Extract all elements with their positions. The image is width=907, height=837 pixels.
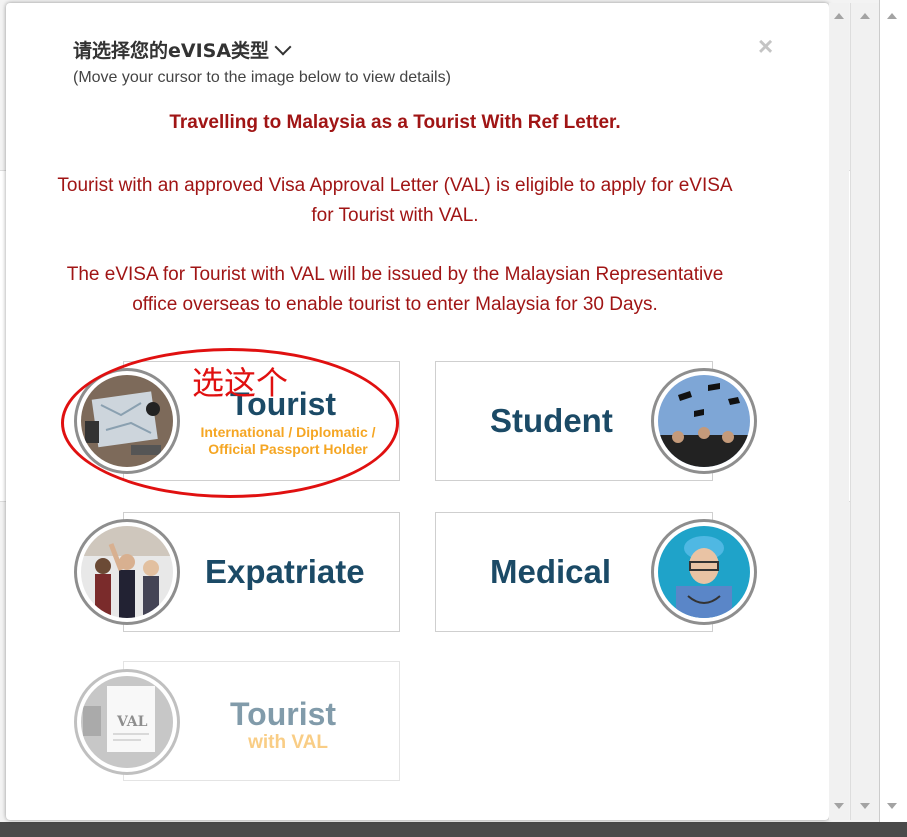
info-paragraph-2: The eVISA for Tourist with VAL will be i… xyxy=(66,264,724,315)
page-scrollbar[interactable] xyxy=(850,3,879,820)
student-image-graduates xyxy=(658,375,750,467)
tourist-val-card-subtitle: with VAL xyxy=(248,732,328,753)
info-paragraph-1: Tourist with an approved Visa Approval L… xyxy=(57,175,733,226)
tourist-val-image[interactable]: VAL xyxy=(74,669,180,775)
modal-subtitle: (Move your cursor to the image below to … xyxy=(73,69,451,86)
modal-scrollbar[interactable] xyxy=(829,3,849,820)
info-heading: Travelling to Malaysia as a Tourist With… xyxy=(169,112,621,133)
medical-image[interactable] xyxy=(651,519,757,625)
chevron-down-icon[interactable] xyxy=(274,38,292,55)
scroll-down-icon[interactable] xyxy=(860,803,870,809)
side-panel xyxy=(879,0,907,822)
medical-image-doctor xyxy=(658,526,750,618)
tourist-val-card-title: Tourist xyxy=(230,696,337,732)
expatriate-card-title: Expatriate xyxy=(205,553,365,590)
expatriate-image[interactable] xyxy=(74,519,180,625)
scroll-down-icon[interactable] xyxy=(834,803,844,809)
scroll-up-icon[interactable] xyxy=(860,13,870,19)
tourist-val-image-document: VAL xyxy=(81,676,173,768)
expatriate-image-people xyxy=(81,526,173,618)
val-badge: VAL xyxy=(117,714,148,730)
close-icon[interactable]: × xyxy=(758,31,773,62)
scroll-down-icon[interactable] xyxy=(887,803,897,809)
scroll-up-icon[interactable] xyxy=(834,13,844,19)
annotation-text: 选这个 xyxy=(192,364,289,402)
student-card-title: Student xyxy=(490,402,613,439)
taskbar-strip xyxy=(0,822,907,837)
evisa-type-modal: 请选择您的eVISA类型 (Move your cursor to the im… xyxy=(6,3,829,820)
modal-title-row[interactable]: 请选择您的eVISA类型 xyxy=(73,36,292,63)
medical-card-title: Medical xyxy=(490,553,612,590)
modal-title: 请选择您的eVISA类型 xyxy=(73,40,270,62)
scroll-up-icon[interactable] xyxy=(887,13,897,19)
student-image[interactable] xyxy=(651,368,757,474)
